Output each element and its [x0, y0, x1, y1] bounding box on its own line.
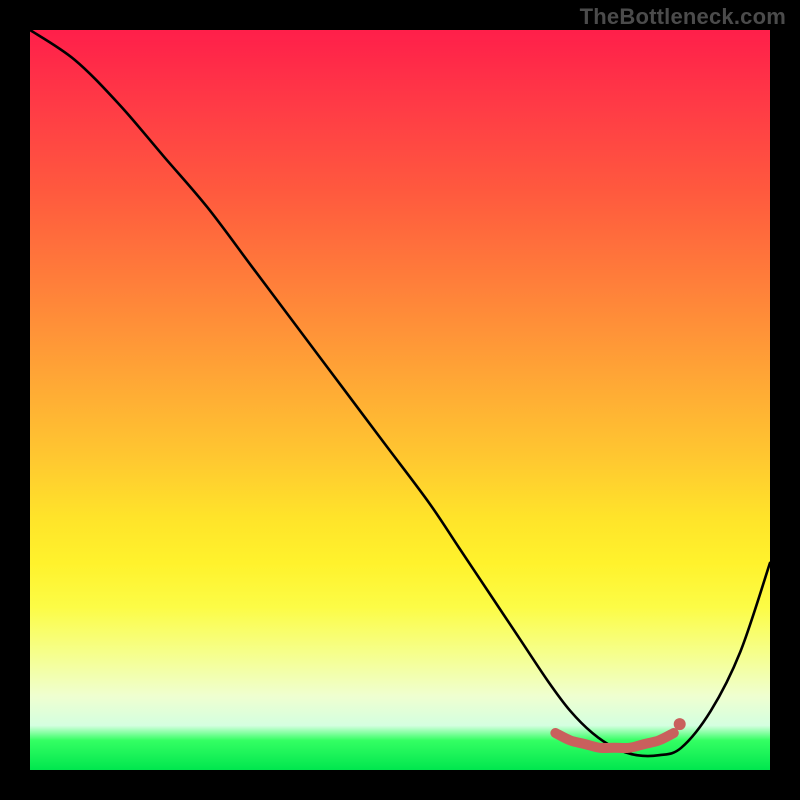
- bottleneck-curve: [30, 30, 770, 756]
- plot-area: [30, 30, 770, 770]
- curve-svg: [30, 30, 770, 770]
- optimal-point-dot: [674, 718, 686, 730]
- optimal-range-marker: [555, 733, 673, 748]
- watermark-text: TheBottleneck.com: [580, 4, 786, 30]
- chart-frame: TheBottleneck.com: [0, 0, 800, 800]
